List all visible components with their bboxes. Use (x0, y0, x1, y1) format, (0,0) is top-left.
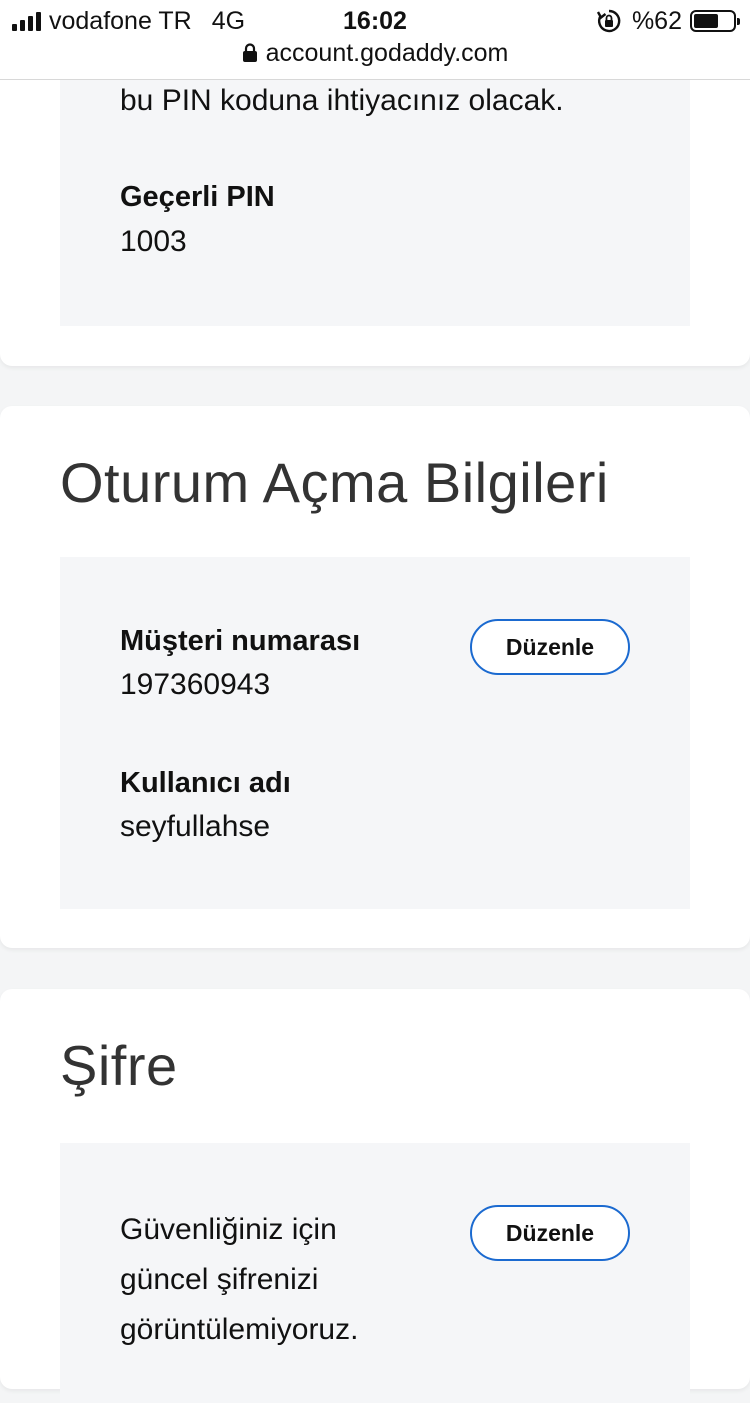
password-panel: Güvenliğiniz için güncel şifrenizi görün… (60, 1143, 690, 1403)
edit-password-button[interactable]: Düzenle (470, 1205, 630, 1261)
password-description-line: güncel şifrenizi (120, 1263, 319, 1296)
battery-icon (690, 10, 740, 32)
login-info-panel: Müşteri numarası 197360943 Düzenle Kulla… (60, 557, 690, 909)
login-info-card: Oturum Açma Bilgileri Müşteri numarası 1… (0, 406, 750, 948)
pin-description: bu PIN koduna ihtiyacınız olacak. (120, 84, 564, 117)
browser-top-bar: vodafone TR 4G 16:02 %62 account.godaddy… (0, 0, 750, 80)
battery-percent: %62 (631, 6, 682, 35)
edit-login-button[interactable]: Düzenle (470, 619, 630, 675)
customer-number-value: 197360943 (120, 668, 271, 701)
lock-icon (242, 43, 257, 62)
username-label: Kullanıcı adı (120, 767, 291, 799)
pin-label: Geçerli PIN (120, 181, 275, 213)
battery-fill (694, 14, 718, 28)
password-description-line: görüntülemiyoruz. (120, 1313, 359, 1346)
password-title: Şifre (60, 1034, 178, 1097)
status-right: %62 (596, 6, 740, 36)
pin-value: 1003 (120, 225, 187, 258)
password-description-line: Güvenliğiniz için (120, 1213, 337, 1246)
password-card: Şifre Güvenliğiniz için güncel şifrenizi… (0, 989, 750, 1403)
username-value: seyfullahse (120, 810, 271, 843)
login-info-title: Oturum Açma Bilgileri (60, 451, 609, 514)
rotation-lock-icon (596, 9, 621, 33)
password-description: Güvenliğiniz için güncel şifrenizi görün… (120, 1205, 358, 1355)
url-bar[interactable]: account.godaddy.com (0, 38, 750, 68)
customer-number-label: Müşteri numarası (120, 625, 361, 657)
url-text: account.godaddy.com (265, 38, 509, 67)
